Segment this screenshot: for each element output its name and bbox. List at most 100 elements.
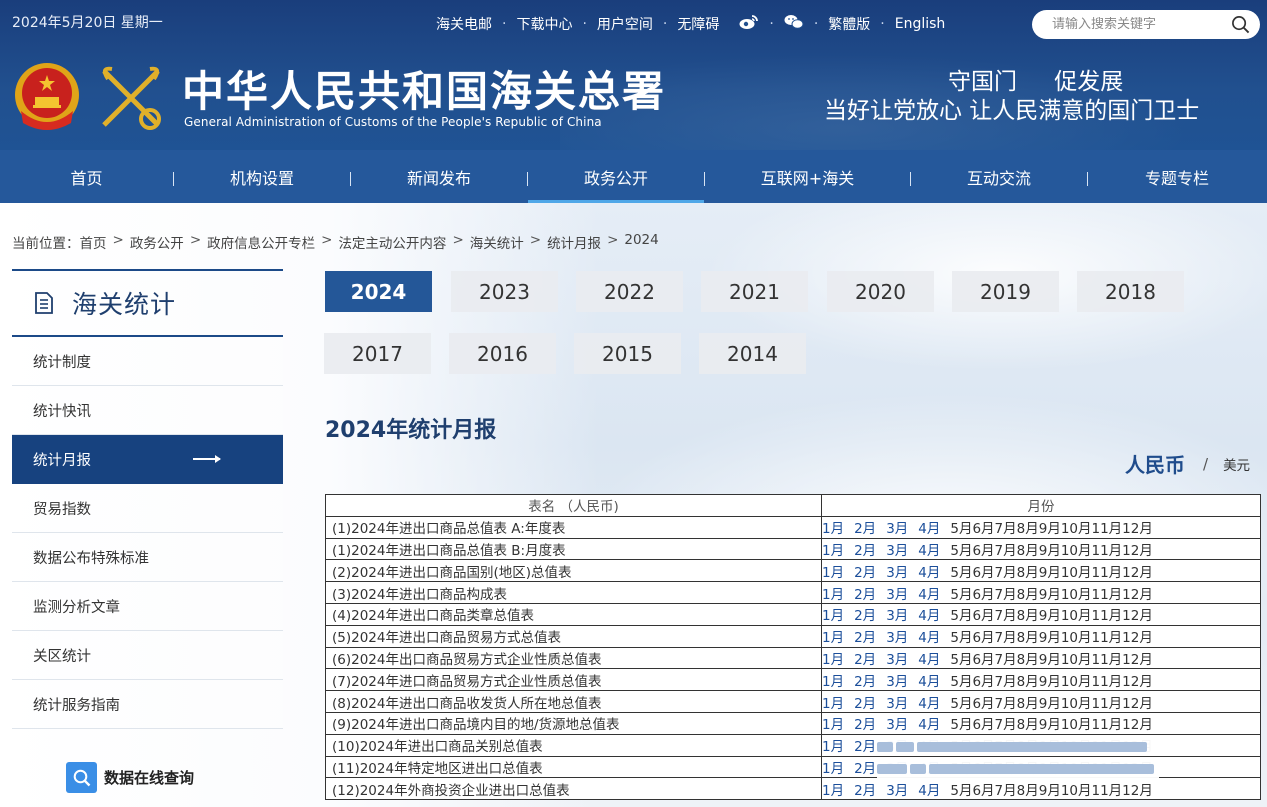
month-link[interactable]: 2月 (854, 539, 876, 559)
year-tab-2015[interactable]: 2015 (574, 333, 681, 374)
month-link[interactable]: 4月 (918, 539, 940, 559)
month-link[interactable]: 3月 (886, 779, 908, 799)
month-link[interactable]: 1月 (823, 583, 845, 603)
year-tab-2016[interactable]: 2016 (449, 333, 556, 374)
sidebar-item-district-statistics[interactable]: 关区统计 (12, 631, 283, 680)
month-link[interactable]: 3月 (886, 539, 908, 559)
month-link[interactable]: 2月 (854, 626, 876, 646)
month-link[interactable]: 1月 (823, 648, 845, 668)
month-link[interactable]: 2月 (854, 561, 876, 581)
year-tab-2019[interactable]: 2019 (952, 271, 1059, 312)
traditional-chinese-link[interactable]: 繁體版 (828, 14, 870, 34)
month-link[interactable]: 1月 (823, 757, 845, 777)
nav-organization[interactable]: 机构设置 (174, 150, 350, 203)
month-link[interactable]: 2月 (854, 583, 876, 603)
breadcrumb-home[interactable]: 首页 (80, 232, 107, 252)
year-tab-2018[interactable]: 2018 (1077, 271, 1184, 312)
nav-news[interactable]: 新闻发布 (351, 150, 527, 203)
month-link[interactable]: 3月 (886, 583, 908, 603)
current-date: 2024年5月20日 星期一 (12, 15, 163, 31)
month-link[interactable]: 4月 (918, 583, 940, 603)
month-link[interactable]: 1月 (823, 604, 845, 624)
nav-government-affairs[interactable]: 政务公开 (528, 150, 704, 203)
month-link[interactable]: 1月 (823, 713, 845, 733)
month-link[interactable]: 4月 (918, 517, 940, 537)
month-link[interactable]: 1月 (823, 539, 845, 559)
search-icon[interactable] (1231, 15, 1250, 34)
user-space-link[interactable]: 用户空间 (597, 14, 653, 34)
year-tab-2023[interactable]: 2023 (451, 271, 558, 312)
year-tab-2014[interactable]: 2014 (699, 333, 806, 374)
month-link[interactable]: 4月 (918, 604, 940, 624)
sidebar-item-statistics-flash[interactable]: 统计快讯 (12, 386, 283, 435)
breadcrumb-monthly-report[interactable]: 统计月报 (547, 232, 601, 252)
month-link[interactable]: 4月 (918, 561, 940, 581)
sidebar-item-monthly-report[interactable]: 统计月报 (12, 435, 283, 484)
english-link[interactable]: English (895, 16, 946, 32)
month-link[interactable]: 4月 (918, 670, 940, 690)
year-tab-2024[interactable]: 2024 (325, 271, 432, 312)
sidebar-item-special-standard[interactable]: 数据公布特殊标准 (12, 533, 283, 582)
month-link[interactable]: 1月 (823, 692, 845, 712)
month-link[interactable]: 3月 (886, 604, 908, 624)
month-link[interactable]: 2月 (854, 713, 876, 733)
accessibility-link[interactable]: 无障碍 (677, 14, 719, 34)
currency-rmb-tab[interactable]: 人民币 (1125, 449, 1185, 478)
breadcrumb-info-disclosure[interactable]: 政府信息公开专栏 (207, 232, 315, 252)
month-unavailable-text: 5月6月7月8月9月10月11月12月 (950, 564, 1153, 581)
breadcrumb-customs-statistics[interactable]: 海关统计 (470, 232, 524, 252)
weibo-icon[interactable] (739, 14, 759, 34)
year-tab-2020[interactable]: 2020 (827, 271, 934, 312)
month-link[interactable]: 2月 (854, 735, 876, 755)
month-link[interactable]: 2月 (854, 648, 876, 668)
month-link[interactable]: 3月 (886, 670, 908, 690)
month-link[interactable]: 3月 (886, 713, 908, 733)
month-link[interactable]: 4月 (918, 713, 940, 733)
month-link[interactable]: 2月 (854, 779, 876, 799)
month-link[interactable]: 1月 (823, 561, 845, 581)
month-link[interactable]: 1月 (823, 735, 845, 755)
month-link[interactable]: 1月 (823, 626, 845, 646)
nav-interaction[interactable]: 互动交流 (911, 150, 1087, 203)
month-link[interactable]: 2月 (854, 692, 876, 712)
month-link[interactable]: 3月 (886, 648, 908, 668)
online-query-button[interactable]: 数据在线查询 (66, 762, 194, 793)
sidebar-item-analysis-articles[interactable]: 监测分析文章 (12, 582, 283, 631)
sidebar-item-service-guide[interactable]: 统计服务指南 (12, 680, 283, 729)
month-link[interactable]: 2月 (854, 757, 876, 777)
month-link[interactable]: 4月 (918, 626, 940, 646)
month-link[interactable]: 1月 (823, 670, 845, 690)
month-link[interactable]: 1月 (823, 779, 845, 799)
currency-usd-tab[interactable]: 美元 (1223, 454, 1250, 474)
month-link[interactable]: 3月 (886, 517, 908, 537)
month-link[interactable]: 1月 (823, 517, 845, 537)
sidebar-item-label: 数据公布特殊标准 (33, 550, 149, 567)
year-tab-2021[interactable]: 2021 (701, 271, 808, 312)
month-link[interactable]: 4月 (918, 648, 940, 668)
month-link[interactable]: 2月 (854, 670, 876, 690)
download-center-link[interactable]: 下载中心 (516, 14, 572, 34)
year-tab-2017[interactable]: 2017 (324, 333, 431, 374)
month-link[interactable]: 2月 (854, 517, 876, 537)
sidebar-item-statistics-system[interactable]: 统计制度 (12, 337, 283, 386)
month-link[interactable]: 3月 (886, 561, 908, 581)
month-link[interactable]: 4月 (918, 779, 940, 799)
nav-special-topics[interactable]: 专题专栏 (1088, 150, 1266, 203)
nav-internet-customs[interactable]: 互联网+海关 (705, 150, 910, 203)
sidebar-item-trade-index[interactable]: 贸易指数 (12, 484, 283, 533)
table-name-cell: (3)2024年进出口商品构成表 (325, 581, 822, 604)
site-title: 中华人民共和国海关总署 (182, 67, 667, 116)
email-link[interactable]: 海关电邮 (436, 14, 492, 34)
year-tab-2022[interactable]: 2022 (576, 271, 683, 312)
month-link[interactable]: 3月 (886, 692, 908, 712)
search-input[interactable] (1052, 17, 1222, 32)
sidebar: 海关统计 统计制度 统计快讯 统计月报 贸易指数 数据公布特殊标准 监测分析文章… (12, 269, 283, 729)
month-link[interactable]: 3月 (886, 626, 908, 646)
breadcrumb-government-affairs[interactable]: 政务公开 (130, 232, 184, 252)
month-link[interactable]: 2月 (854, 604, 876, 624)
month-link[interactable]: 4月 (918, 692, 940, 712)
nav-home[interactable]: 首页 (0, 150, 173, 203)
wechat-icon[interactable] (784, 14, 804, 34)
breadcrumb-statutory-content[interactable]: 法定主动公开内容 (338, 232, 446, 252)
sidebar-header: 海关统计 (12, 269, 283, 337)
